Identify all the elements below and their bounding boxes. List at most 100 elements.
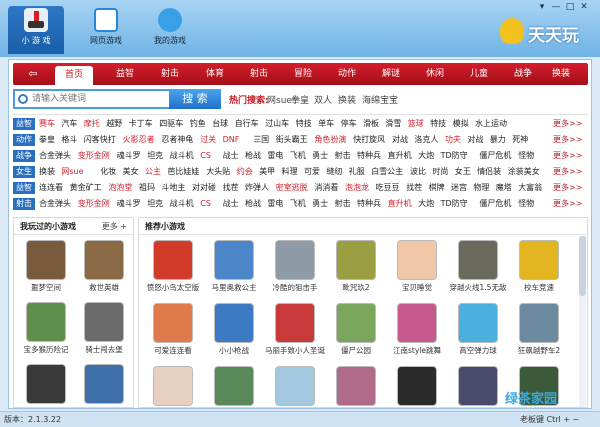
category-link[interactable]: 礼服 bbox=[349, 165, 365, 179]
tab-small-games[interactable]: 小 游 戏 bbox=[8, 6, 64, 54]
category-link[interactable]: DNF bbox=[223, 133, 240, 147]
category-link[interactable]: 过关 bbox=[200, 133, 216, 147]
category-link[interactable]: 大炮 bbox=[418, 197, 434, 211]
nav-item[interactable]: 射击 bbox=[239, 63, 279, 85]
game-tile[interactable] bbox=[326, 366, 386, 407]
search-input[interactable] bbox=[32, 92, 167, 106]
category-link[interactable]: 特技 bbox=[296, 117, 312, 131]
game-thumbnail[interactable] bbox=[519, 240, 559, 280]
game-tile[interactable] bbox=[204, 366, 264, 407]
category-link[interactable]: 射击 bbox=[335, 197, 351, 211]
category-link[interactable]: 炸弹人 bbox=[245, 181, 269, 195]
game-tile[interactable]: 穿越火线1.5无敌 bbox=[448, 240, 508, 300]
game-thumbnail[interactable] bbox=[153, 366, 193, 406]
category-link[interactable]: 模拟 bbox=[453, 117, 469, 131]
category-link[interactable]: 战斗机 bbox=[170, 149, 194, 163]
category-link[interactable]: 战士 bbox=[223, 197, 239, 211]
nav-item[interactable]: 儿童 bbox=[459, 63, 499, 85]
category-link[interactable]: 换装 bbox=[39, 165, 55, 179]
more-link[interactable]: 更多>> bbox=[553, 165, 582, 179]
game-thumbnail[interactable] bbox=[214, 366, 254, 406]
category-link[interactable]: 赛车 bbox=[39, 117, 55, 131]
nav-item[interactable]: 益智 bbox=[105, 63, 145, 85]
nav-item[interactable]: 休闲 bbox=[415, 63, 455, 85]
category-link[interactable]: 快打旋风 bbox=[353, 133, 385, 147]
category-link[interactable]: 祖玛 bbox=[139, 181, 155, 195]
category-link[interactable]: 连连看 bbox=[39, 181, 63, 195]
category-link[interactable]: 雷电 bbox=[267, 197, 283, 211]
game-thumbnail[interactable] bbox=[275, 240, 315, 280]
category-link[interactable]: TD防守 bbox=[441, 197, 468, 211]
category-link[interactable]: 自行车 bbox=[235, 117, 259, 131]
category-link[interactable]: 拳皇 bbox=[39, 133, 55, 147]
game-tile[interactable]: 救世英雄 bbox=[74, 240, 134, 300]
tab-web-games[interactable]: 网页游戏 bbox=[78, 6, 134, 54]
category-link[interactable]: 缝纫 bbox=[326, 165, 342, 179]
category-link[interactable]: 忍者神龟 bbox=[161, 133, 193, 147]
category-link[interactable]: 雷电 bbox=[267, 149, 283, 163]
close-button[interactable]: ✕ bbox=[578, 2, 590, 13]
category-link[interactable]: 合金弹头 bbox=[39, 149, 71, 163]
category-link[interactable]: 大炮 bbox=[418, 149, 434, 163]
more-link[interactable]: 更多>> bbox=[553, 117, 582, 131]
category-link[interactable]: 魂斗罗 bbox=[117, 197, 141, 211]
category-link[interactable]: 可爱 bbox=[304, 165, 320, 179]
category-link[interactable]: 特种兵 bbox=[357, 197, 381, 211]
category-head[interactable]: 益智 bbox=[13, 182, 35, 194]
category-link[interactable]: 角色扮演 bbox=[314, 133, 346, 147]
played-more-link[interactable]: 更多 + bbox=[102, 221, 127, 232]
game-thumbnail[interactable] bbox=[397, 366, 437, 406]
category-link[interactable]: 越野 bbox=[106, 117, 122, 131]
hot-search-word[interactable]: 换装 bbox=[338, 93, 356, 106]
category-link[interactable]: 台球 bbox=[212, 117, 228, 131]
category-link[interactable]: 过山车 bbox=[265, 117, 289, 131]
game-tile[interactable]: 毗咒玖2 bbox=[326, 240, 386, 300]
category-link[interactable]: 功夫 bbox=[445, 133, 461, 147]
category-link[interactable]: 对对碰 bbox=[192, 181, 216, 195]
scrollbar[interactable] bbox=[579, 236, 586, 407]
category-link[interactable]: 找茬 bbox=[406, 181, 422, 195]
category-link[interactable]: 死神 bbox=[512, 133, 528, 147]
game-tile[interactable] bbox=[143, 366, 203, 407]
category-link[interactable]: 滑板 bbox=[363, 117, 379, 131]
game-tile[interactable] bbox=[448, 366, 508, 407]
category-link[interactable]: 魔塔 bbox=[496, 181, 512, 195]
category-link[interactable]: 钓鱼 bbox=[190, 117, 206, 131]
category-link[interactable]: 消消看 bbox=[314, 181, 338, 195]
category-head[interactable]: 益智 bbox=[13, 118, 35, 130]
game-thumbnail[interactable] bbox=[275, 366, 315, 406]
game-tile[interactable]: 马里奥救公主 bbox=[204, 240, 264, 300]
more-link[interactable]: 更多>> bbox=[553, 181, 582, 195]
category-link[interactable]: 找茬 bbox=[223, 181, 239, 195]
game-thumbnail[interactable] bbox=[458, 303, 498, 343]
game-tile[interactable]: 愤怒小鸟太空版 bbox=[143, 240, 203, 300]
category-link[interactable]: 格斗 bbox=[61, 133, 77, 147]
category-link[interactable]: 勇士 bbox=[312, 197, 328, 211]
category-link[interactable]: 大头贴 bbox=[206, 165, 230, 179]
category-link[interactable]: 摩托 bbox=[84, 117, 100, 131]
category-link[interactable]: 化妆 bbox=[100, 165, 116, 179]
hot-search-word[interactable]: 网sue bbox=[267, 93, 292, 106]
category-link[interactable]: 战斗机 bbox=[170, 197, 194, 211]
game-thumbnail[interactable] bbox=[458, 366, 498, 406]
hot-search-word[interactable]: 拳皇 bbox=[291, 93, 309, 106]
category-link[interactable]: 大富翁 bbox=[518, 181, 542, 195]
category-link[interactable]: 对战 bbox=[392, 133, 408, 147]
category-link[interactable]: 勇士 bbox=[312, 149, 328, 163]
game-tile[interactable]: 校车竞速 bbox=[509, 240, 569, 300]
game-thumbnail[interactable] bbox=[336, 303, 376, 343]
category-link[interactable]: 涂装美女 bbox=[508, 165, 540, 179]
nav-item[interactable]: 战争 bbox=[503, 63, 543, 85]
game-tile[interactable]: 宝多猴历险记 bbox=[16, 302, 76, 362]
category-link[interactable]: 美甲 bbox=[259, 165, 275, 179]
game-tile[interactable]: 骑士闯去堡 bbox=[74, 302, 134, 362]
game-thumbnail[interactable] bbox=[26, 240, 66, 280]
game-thumbnail[interactable] bbox=[214, 303, 254, 343]
category-link[interactable]: 飞机 bbox=[290, 197, 306, 211]
category-link[interactable]: 汽车 bbox=[61, 117, 77, 131]
nav-item[interactable]: 首页 bbox=[55, 66, 93, 85]
category-link[interactable]: 泡泡龙 bbox=[345, 181, 369, 195]
category-link[interactable]: 公主 bbox=[145, 165, 161, 179]
game-tile[interactable]: 马丽手致小人圣诞 bbox=[265, 303, 325, 363]
nav-item[interactable]: 解谜 bbox=[371, 63, 411, 85]
